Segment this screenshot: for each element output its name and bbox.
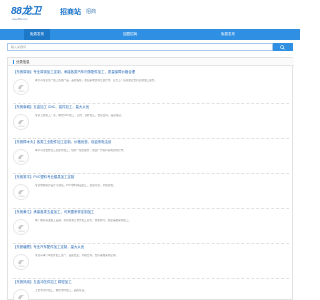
search-bar xyxy=(7,43,293,51)
search-input[interactable] xyxy=(7,43,273,51)
nav-item-publish-2[interactable]: 免费发布 xyxy=(215,29,241,40)
list-item-description: 专业从事汽车配件加工生产，品质稳定，价格合理，支持来图来样定制。 xyxy=(35,254,118,257)
logo-text: 88龙卫 xyxy=(11,6,41,17)
main-nav: 免费发布 加盟招商 免费发布 xyxy=(0,29,300,40)
list-item-title[interactable]: 【东莞凤岗】五金冲压件加工 精密加工 xyxy=(13,279,289,285)
list-item: 【东莞凤岗】五金冲压件加工 精密加工 五金冲压件加工，精密零件加工，品质优良。 xyxy=(13,279,289,300)
list-item-description: 本公司专业生产加工各类产品，品质保障，欢迎来电咨询洽谈合作，实力工厂货源充足支持… xyxy=(35,79,157,82)
list-item: 【东莞厚街】专业厚街加工定制，承接各类汽车内饰配件加工，质量保障价格合理 本公司… xyxy=(13,69,289,104)
list-item-title[interactable]: 【东莞樟木头】各类工业配件加工定制，价格优惠，欢迎来电洽谈 xyxy=(13,139,289,145)
placeholder-image-icon xyxy=(18,85,25,92)
search-icon xyxy=(280,44,285,50)
placeholder-image-icon xyxy=(18,260,25,267)
list-item-thumbnail[interactable] xyxy=(13,149,29,165)
nav-item-join[interactable]: 加盟招商 xyxy=(117,29,143,40)
list-item-title[interactable]: 【东莞厚街】专业厚街加工定制，承接各类汽车内饰配件加工，质量保障价格合理 xyxy=(13,69,289,75)
placeholder-image-icon xyxy=(18,295,25,300)
site-name: 招商站 xyxy=(60,9,81,16)
list-item-title[interactable]: 【东莞塘厦】专业汽车配件加工定制，量大从优 xyxy=(13,244,289,250)
list-item: 【东莞黄江】承接各类五金加工，可来图来样定制加工 本厂拥有先进加工设备，承接各类… xyxy=(13,209,289,244)
header: 88龙卫 www.88lw.com 招商站 招商 xyxy=(0,0,300,29)
list-item-description: 五金冲压件加工，精密零件加工，品质优良。 xyxy=(35,289,87,292)
panel-title: 分类信息 xyxy=(16,60,30,64)
logo-subtitle: www.88lw.com xyxy=(12,18,28,21)
site-tag: 招商 xyxy=(86,9,97,15)
list-item-description: 专业塑料模具设计与制造，PVC塑料制品加工，质量可靠，价格优惠。 xyxy=(35,184,116,187)
list-item-description: 专业五金加工厂家，精密CNC加工，铝件、铜件加工，交货及时，品质保证。 xyxy=(35,114,124,117)
list-item-description: 本公司主要经营工业配件加工，提供一站式服务，欢迎广大客户来电咨询合作。 xyxy=(35,149,126,152)
list-item: 【东莞南城】五金加工 CNC、铝件加工，量大从优 专业五金加工厂家，精密CNC加… xyxy=(13,104,289,139)
panel-header: 分类信息 xyxy=(8,58,294,66)
placeholder-image-icon xyxy=(18,190,25,197)
list-item-thumbnail[interactable] xyxy=(13,79,29,95)
list-item: 【东莞常平】PVC塑料专业模具加工定制 专业塑料模具设计与制造，PVC塑料制品加… xyxy=(13,174,289,209)
list-item-title[interactable]: 【东莞南城】五金加工 CNC、铝件加工，量大从优 xyxy=(13,104,289,110)
list-item-thumbnail[interactable] xyxy=(13,289,29,300)
panel-title-mark xyxy=(13,60,14,64)
placeholder-image-icon xyxy=(18,225,25,232)
listing-panel: 分类信息 【东莞厚街】专业厚街加工定制，承接各类汽车内饰配件加工，质量保障价格合… xyxy=(7,57,294,300)
placeholder-image-icon xyxy=(18,120,25,127)
nav-item-publish[interactable]: 免费发布 xyxy=(24,29,50,40)
list-item-thumbnail[interactable] xyxy=(13,114,29,130)
list-item-title[interactable]: 【东莞常平】PVC塑料专业模具加工定制 xyxy=(13,174,289,180)
list-item-thumbnail[interactable] xyxy=(13,184,29,200)
search-button[interactable] xyxy=(273,43,293,51)
site-logo[interactable]: 88龙卫 www.88lw.com xyxy=(11,6,55,21)
placeholder-image-icon xyxy=(18,155,25,162)
list-item: 【东莞樟木头】各类工业配件加工定制，价格优惠，欢迎来电洽谈 本公司主要经营工业配… xyxy=(13,139,289,174)
list-item-thumbnail[interactable] xyxy=(13,254,29,270)
list-item-thumbnail[interactable] xyxy=(13,219,29,235)
list-item-description: 本厂拥有先进加工设备，承接各类五金件加工业务，交期准时，欢迎来图来样加工。 xyxy=(35,219,131,222)
list-item: 【东莞塘厦】专业汽车配件加工定制，量大从优 专业从事汽车配件加工生产，品质稳定，… xyxy=(13,244,289,279)
list-item-title[interactable]: 【东莞黄江】承接各类五金加工，可来图来样定制加工 xyxy=(13,209,289,215)
